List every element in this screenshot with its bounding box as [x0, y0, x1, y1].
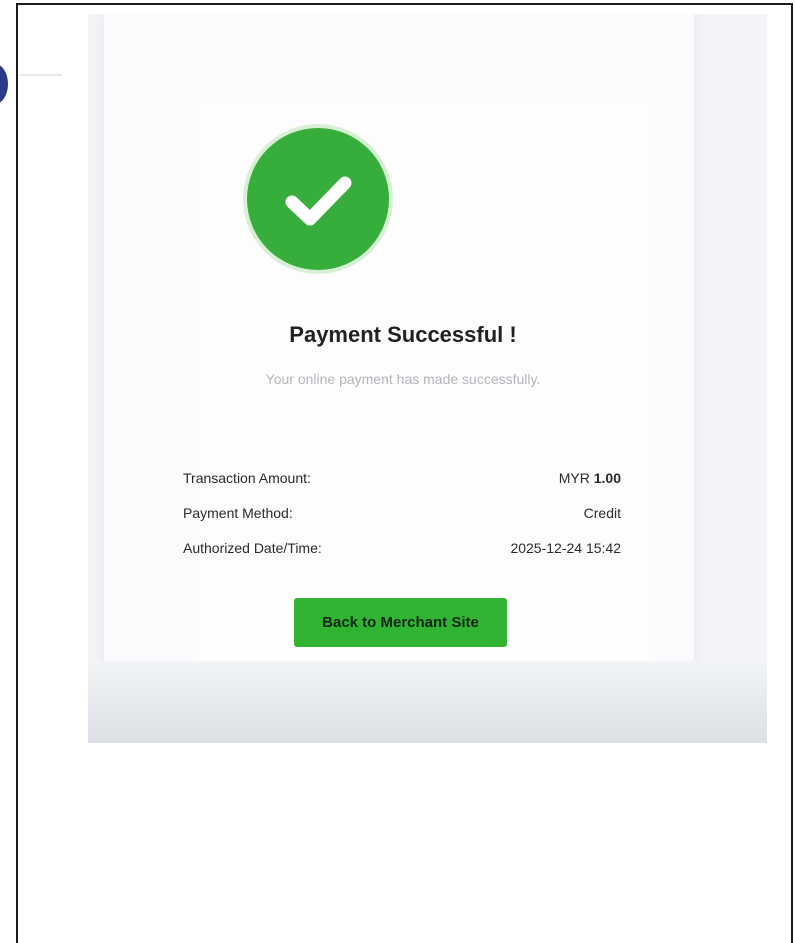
edge-divider	[20, 74, 62, 76]
payment-status-message: Your online payment has made successfull…	[265, 371, 541, 387]
detail-row-datetime: Authorized Date/Time: 2025-12-24 15:42	[183, 540, 621, 575]
success-check-icon	[247, 128, 389, 270]
bottom-fade	[88, 661, 767, 743]
amount-currency: MYR	[558, 470, 590, 486]
method-value: Credit	[583, 505, 621, 521]
method-label: Payment Method:	[183, 505, 293, 521]
datetime-label: Authorized Date/Time:	[183, 540, 322, 556]
amount-number: 1.00	[593, 470, 621, 486]
amount-label: Transaction Amount:	[183, 470, 311, 486]
datetime-value: 2025-12-24 15:42	[510, 540, 621, 556]
detail-row-method: Payment Method: Credit	[183, 505, 621, 540]
side-tab-edge	[0, 64, 8, 104]
success-badge	[243, 124, 393, 274]
payment-status-title: Payment Successful !	[289, 322, 517, 347]
amount-value: MYR 1.00	[559, 470, 621, 486]
transaction-details: Transaction Amount: MYR 1.00 Payment Met…	[183, 470, 621, 575]
detail-row-amount: Transaction Amount: MYR 1.00	[183, 470, 621, 505]
back-to-merchant-button[interactable]: Back to Merchant Site	[294, 598, 507, 647]
